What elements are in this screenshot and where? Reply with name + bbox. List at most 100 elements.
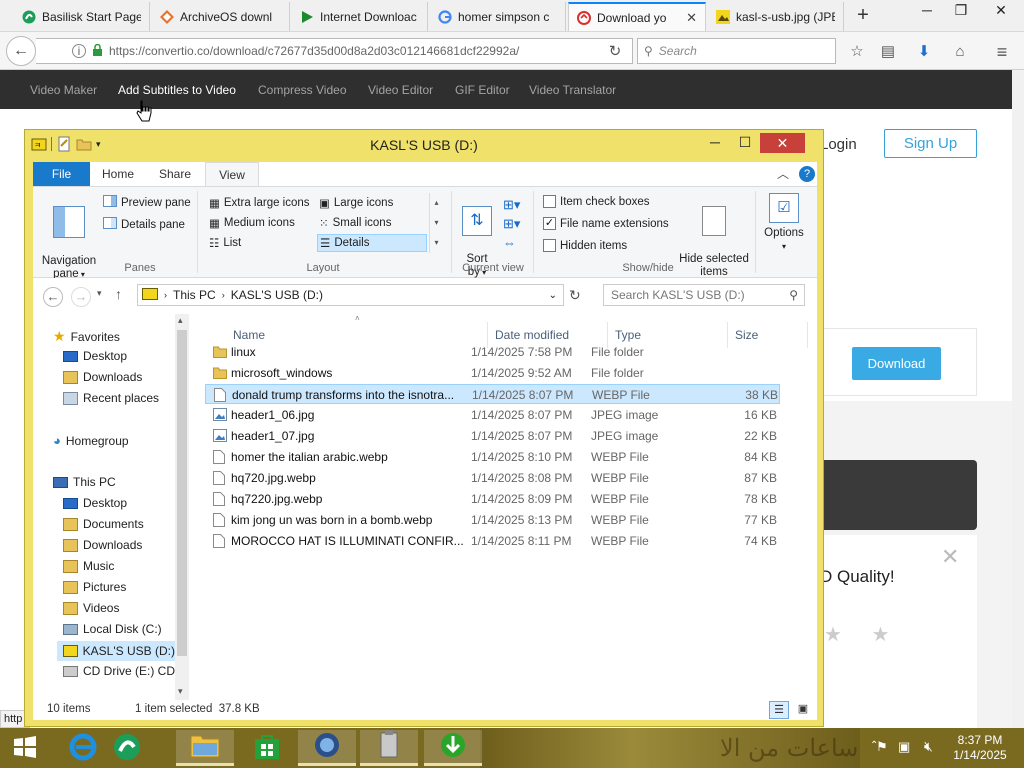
file-row[interactable]: linux 1/14/2025 7:58 PM File folder bbox=[205, 342, 780, 362]
checkbox[interactable] bbox=[543, 195, 556, 208]
start-button[interactable] bbox=[0, 730, 50, 766]
nav-pc-videos[interactable]: Videos bbox=[63, 601, 119, 615]
taskbar-basilisk[interactable] bbox=[100, 730, 154, 766]
nav-video-translator[interactable]: Video Translator bbox=[529, 83, 616, 97]
checkbox[interactable] bbox=[543, 239, 556, 252]
tab-archiveos[interactable]: ArchiveOS downl bbox=[152, 2, 290, 31]
large-icons-view-toggle-icon[interactable]: ▣ bbox=[793, 701, 813, 719]
column-header-type[interactable]: Type bbox=[615, 328, 641, 342]
scroll-down-icon[interactable]: ▾ bbox=[178, 686, 183, 697]
scroll-up-icon[interactable]: ▴ bbox=[178, 315, 183, 326]
download-button[interactable]: Download bbox=[852, 347, 941, 380]
nav-pc-music[interactable]: Music bbox=[63, 559, 114, 573]
hidden-items-toggle[interactable]: Hidden items bbox=[543, 239, 627, 252]
layout-gallery-scroll[interactable]: ▴ ▾ ▾ bbox=[429, 193, 443, 253]
download-arrow-icon[interactable]: ⬇ bbox=[914, 42, 934, 62]
list-option[interactable]: ☷ List bbox=[209, 236, 241, 250]
taskbar-file-explorer[interactable] bbox=[176, 730, 234, 766]
hamburger-menu-icon[interactable]: ≡ bbox=[992, 42, 1012, 62]
sign-up-button[interactable]: Sign Up bbox=[884, 129, 977, 158]
nav-pc-cd-drive[interactable]: CD Drive (E:) CDF bbox=[63, 664, 175, 678]
column-header-name[interactable]: Name bbox=[233, 328, 265, 342]
browser-search-input[interactable]: ⚲ Search bbox=[637, 38, 836, 64]
minimize-icon[interactable]: ─ bbox=[912, 0, 942, 22]
file-row[interactable]: hq7220.jpg.webp 1/14/2025 8:09 PM WEBP Fil… bbox=[205, 489, 780, 509]
info-icon[interactable]: i bbox=[72, 44, 86, 58]
column-header-date[interactable]: Date modified bbox=[495, 328, 569, 342]
nav-add-subtitles[interactable]: Add Subtitles to Video bbox=[118, 83, 236, 97]
taskbar-browser[interactable] bbox=[298, 730, 356, 766]
file-row[interactable]: microsoft_windows 1/14/2025 9:52 AM File f… bbox=[205, 363, 780, 383]
network-icon[interactable]: ▣ bbox=[898, 739, 910, 755]
breadcrumb-drive[interactable]: KASL'S USB (D:) bbox=[231, 288, 323, 302]
nav-pc-downloads[interactable]: Downloads bbox=[63, 538, 142, 552]
nav-video-editor[interactable]: Video Editor bbox=[368, 83, 433, 97]
taskbar-internet-download-manager[interactable] bbox=[424, 730, 482, 766]
close-tab-icon[interactable]: ✕ bbox=[686, 10, 697, 26]
tab-share[interactable]: Share bbox=[147, 162, 203, 186]
file-row[interactable]: hq720.jpg.webp 1/14/2025 8:08 PM WEBP File… bbox=[205, 468, 780, 488]
tab-view[interactable]: View bbox=[205, 162, 259, 186]
nav-pc-usb-drive[interactable]: KASL'S USB (D:) bbox=[57, 641, 175, 661]
volume-muted-icon[interactable]: 🔇︎ bbox=[924, 738, 933, 755]
extra-large-icons-option[interactable]: ▦ Extra large icons bbox=[209, 196, 310, 210]
restore-icon[interactable]: ❐ bbox=[946, 0, 976, 22]
nav-pc-local-disk[interactable]: Local Disk (C:) bbox=[63, 622, 162, 636]
details-view-toggle-icon[interactable]: ☰ bbox=[769, 701, 789, 719]
nav-video-maker[interactable]: Video Maker bbox=[30, 83, 97, 97]
nav-fav-downloads[interactable]: Downloads bbox=[63, 370, 142, 384]
login-link[interactable]: Login bbox=[820, 136, 857, 153]
collapse-ribbon-icon[interactable]: ︿ bbox=[777, 165, 789, 182]
scrollbar-thumb[interactable] bbox=[177, 330, 187, 656]
forward-arrow-icon[interactable]: → bbox=[71, 287, 91, 307]
file-name-extensions-toggle[interactable]: ✓ File name extensions bbox=[543, 217, 669, 230]
url-bar[interactable]: i https://convertio.co/download/c72677d3… bbox=[36, 38, 633, 64]
checkbox-checked[interactable]: ✓ bbox=[543, 217, 556, 230]
nav-fav-desktop[interactable]: Desktop bbox=[63, 349, 127, 363]
preview-pane-button[interactable]: Preview pane bbox=[103, 195, 191, 210]
tab-home[interactable]: Home bbox=[91, 162, 145, 186]
reading-list-icon[interactable]: ▤ bbox=[878, 42, 898, 62]
new-tab-button[interactable]: + bbox=[852, 4, 874, 26]
tab-kasl-usb-jpg[interactable]: kasl-s-usb.jpg (JPE bbox=[708, 2, 844, 31]
reload-icon[interactable]: ↻ bbox=[605, 42, 625, 62]
nav-compress-video[interactable]: Compress Video bbox=[258, 83, 347, 97]
address-bar[interactable]: › This PC › KASL'S USB (D:) ⌄ bbox=[137, 284, 564, 306]
small-icons-option[interactable]: ⁙ Small icons bbox=[319, 216, 391, 230]
address-dropdown-icon[interactable]: ⌄ bbox=[549, 290, 557, 301]
nav-favorites[interactable]: ★ Favorites bbox=[53, 328, 120, 345]
help-icon[interactable]: ? bbox=[799, 166, 815, 182]
item-check-boxes-toggle[interactable]: Item check boxes bbox=[543, 195, 649, 208]
explorer-search-input[interactable]: Search KASL'S USB (D:) ⚲ bbox=[603, 284, 805, 306]
nav-homegroup[interactable]: ◕ Homegroup bbox=[53, 433, 129, 448]
file-row[interactable]: homer the italian arabic.webp 1/14/2025 8… bbox=[205, 447, 780, 467]
column-separator[interactable] bbox=[807, 322, 808, 348]
minimize-icon[interactable]: ─ bbox=[701, 133, 729, 153]
nav-fav-recent[interactable]: Recent places bbox=[63, 391, 159, 405]
nav-gif-editor[interactable]: GIF Editor bbox=[455, 83, 510, 97]
recent-locations-icon[interactable]: ▾ bbox=[97, 288, 102, 299]
close-icon[interactable]: ✕ bbox=[760, 133, 805, 153]
refresh-icon[interactable]: ↻ bbox=[569, 287, 581, 304]
column-header-size[interactable]: Size bbox=[735, 328, 758, 342]
back-arrow-icon[interactable]: ← bbox=[43, 287, 63, 307]
rating-stars[interactable]: ★ ★ bbox=[824, 622, 901, 647]
nav-pc-pictures[interactable]: Pictures bbox=[63, 580, 126, 594]
navigation-pane-button[interactable]: Navigation pane ▾ bbox=[39, 193, 99, 281]
bookmark-star-icon[interactable]: ☆ bbox=[847, 42, 867, 62]
details-pane-button[interactable]: Details pane bbox=[103, 217, 185, 232]
large-icons-option[interactable]: ▣ Large icons bbox=[319, 196, 393, 210]
taskbar-store[interactable] bbox=[240, 730, 294, 766]
up-arrow-icon[interactable]: ↑ bbox=[115, 286, 122, 302]
back-arrow-icon[interactable]: ← bbox=[6, 36, 36, 66]
explorer-titlebar[interactable]: ㅋ ▾ KASL'S USB (D:) ─ ☐ ✕ bbox=[25, 130, 823, 160]
home-icon[interactable]: ⌂ bbox=[950, 42, 970, 62]
taskbar-usb-app[interactable] bbox=[360, 730, 418, 766]
file-row[interactable]: header1_07.jpg 1/14/2025 8:07 PM JPEG imag… bbox=[205, 426, 780, 446]
file-row[interactable]: MOROCCO HAT IS ILLUMINATI CONFIR... 1/14/… bbox=[205, 531, 780, 551]
tab-homer-simpson[interactable]: homer simpson c bbox=[430, 2, 566, 31]
action-center-flag-icon[interactable]: ⚑ bbox=[876, 739, 888, 755]
close-window-icon[interactable]: ✕ bbox=[986, 0, 1016, 22]
tab-convertio-download[interactable]: Download yo ✕ bbox=[568, 2, 706, 31]
tab-basilisk-start[interactable]: Basilisk Start Page bbox=[14, 2, 150, 31]
